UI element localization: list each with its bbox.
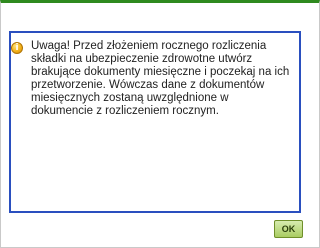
message-dialog: i Uwaga! Przed złożeniem rocznego rozlic… — [0, 0, 320, 248]
ok-button[interactable]: OK — [274, 220, 303, 238]
dialog-message: Uwaga! Przed złożeniem rocznego rozlicze… — [31, 40, 290, 117]
info-icon: i — [11, 42, 23, 54]
